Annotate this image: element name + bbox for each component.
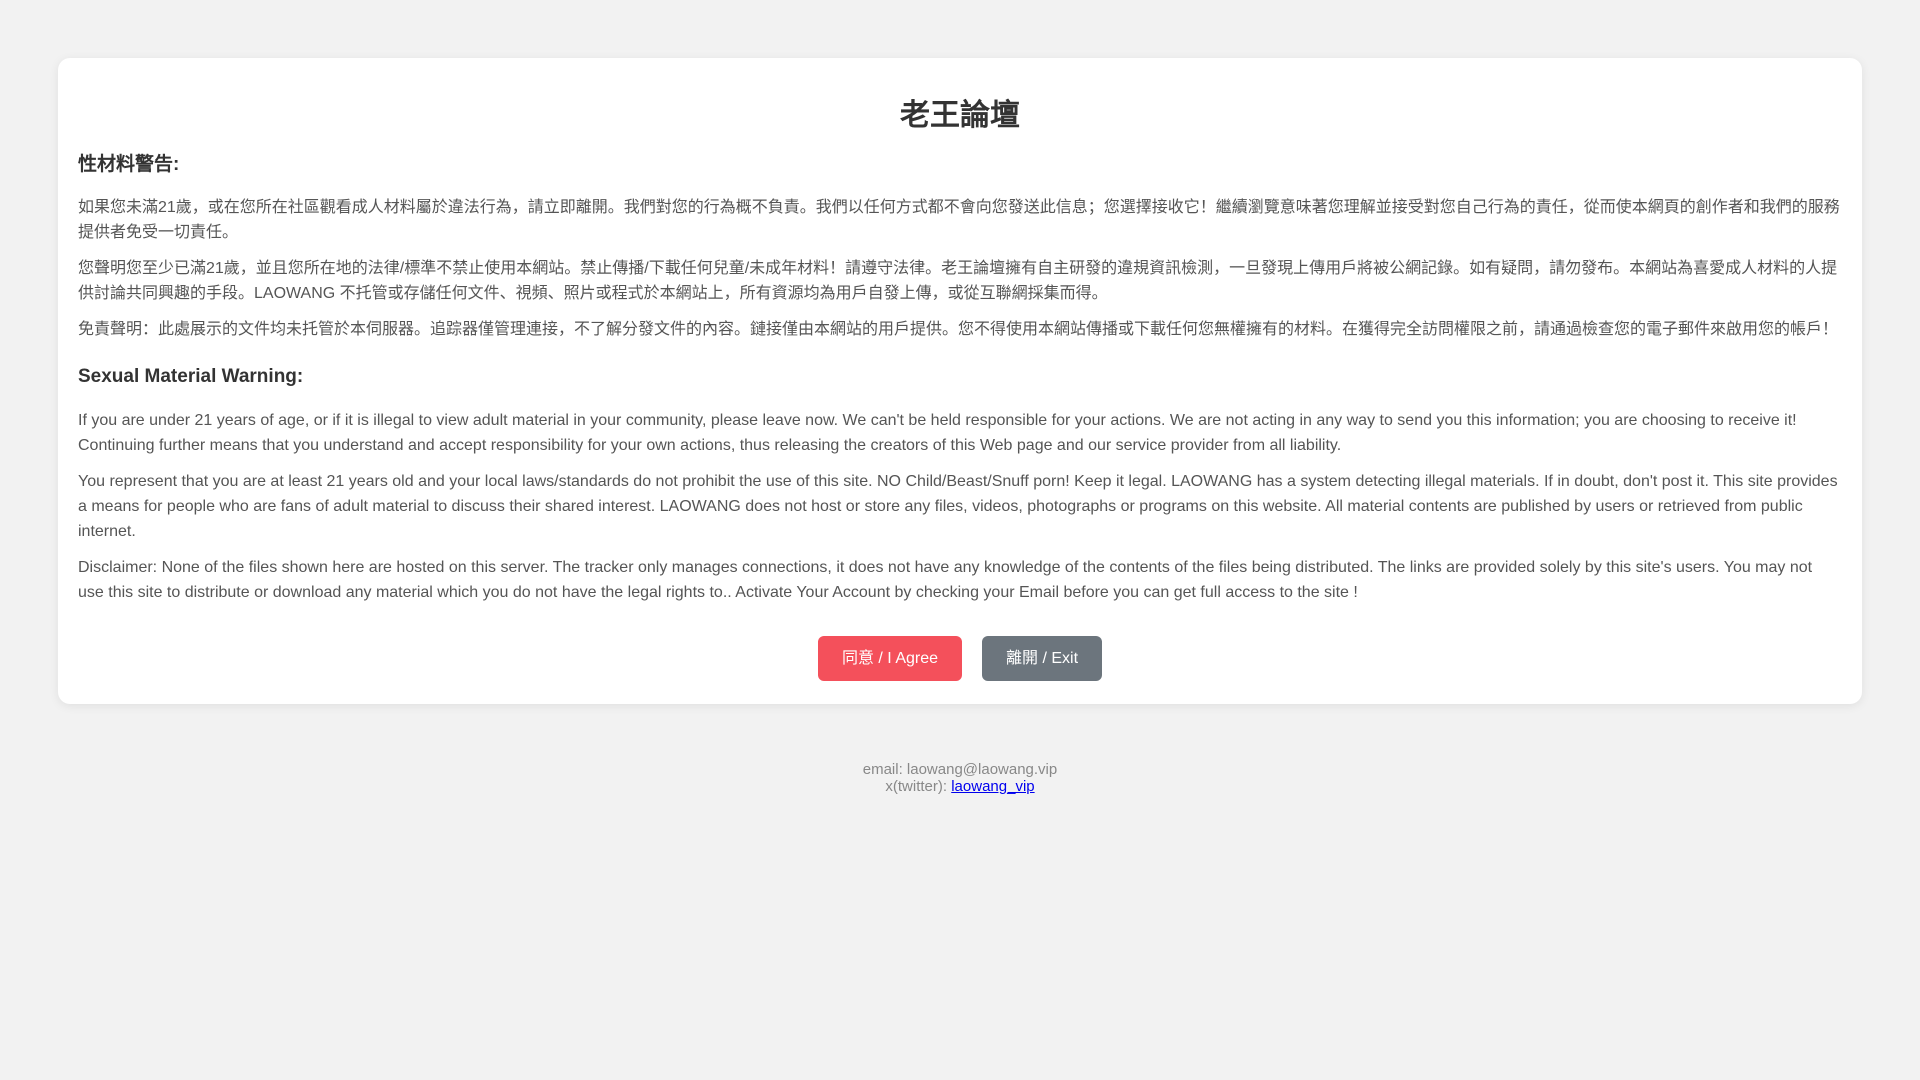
english-warning-section: Sexual Material Warning: If you are unde… xyxy=(78,364,1842,605)
twitter-label: x(twitter): xyxy=(885,778,952,795)
footer: email: laowang@laowang.vip x(twitter): l… xyxy=(0,761,1920,795)
page-title: 老王論壇 xyxy=(900,99,1020,132)
english-warning-paragraph: You represent that you are at least 21 y… xyxy=(78,473,1838,540)
warning-card: 老王論壇 性材料警告: 如果您未滿21歲，或在您所在社區觀看成人材料屬於違法行為… xyxy=(58,58,1862,704)
chinese-warning-paragraph: 您聲明您至少已滿21歲，並且您所在地的法律/標準不禁止使用本網站。禁止傳播/下載… xyxy=(78,260,1838,302)
english-warning-paragraph: If you are under 21 years of age, or if … xyxy=(78,412,1797,454)
chinese-warning-section: 性材料警告: 如果您未滿21歲，或在您所在社區觀看成人材料屬於違法行為，請立即離… xyxy=(78,152,1842,342)
agree-button[interactable]: 同意 / I Agree xyxy=(817,636,963,681)
twitter-link[interactable]: laowang_vip xyxy=(951,778,1034,795)
english-disclaimer-paragraph: Disclaimer: None of the files shown here… xyxy=(78,559,1813,601)
exit-button[interactable]: 離開 / Exit xyxy=(982,636,1103,681)
english-warning-heading: Sexual Material Warning: xyxy=(78,366,304,387)
footer-email: email: laowang@laowang.vip xyxy=(862,761,1058,778)
chinese-warning-heading: 性材料警告: xyxy=(78,154,180,175)
chinese-warning-paragraph: 如果您未滿21歲，或在您所在社區觀看成人材料屬於違法行為，請立即離開。我們對您的… xyxy=(78,199,1840,241)
footer-twitter: x(twitter): laowang_vip xyxy=(0,778,1920,795)
chinese-disclaimer-paragraph: 免責聲明：此處展示的文件均未托管於本伺服器。追踪器僅管理連接，不了解分發文件的內… xyxy=(78,321,1839,338)
button-row: 同意 / I Agree 離開 / Exit xyxy=(78,636,1842,681)
